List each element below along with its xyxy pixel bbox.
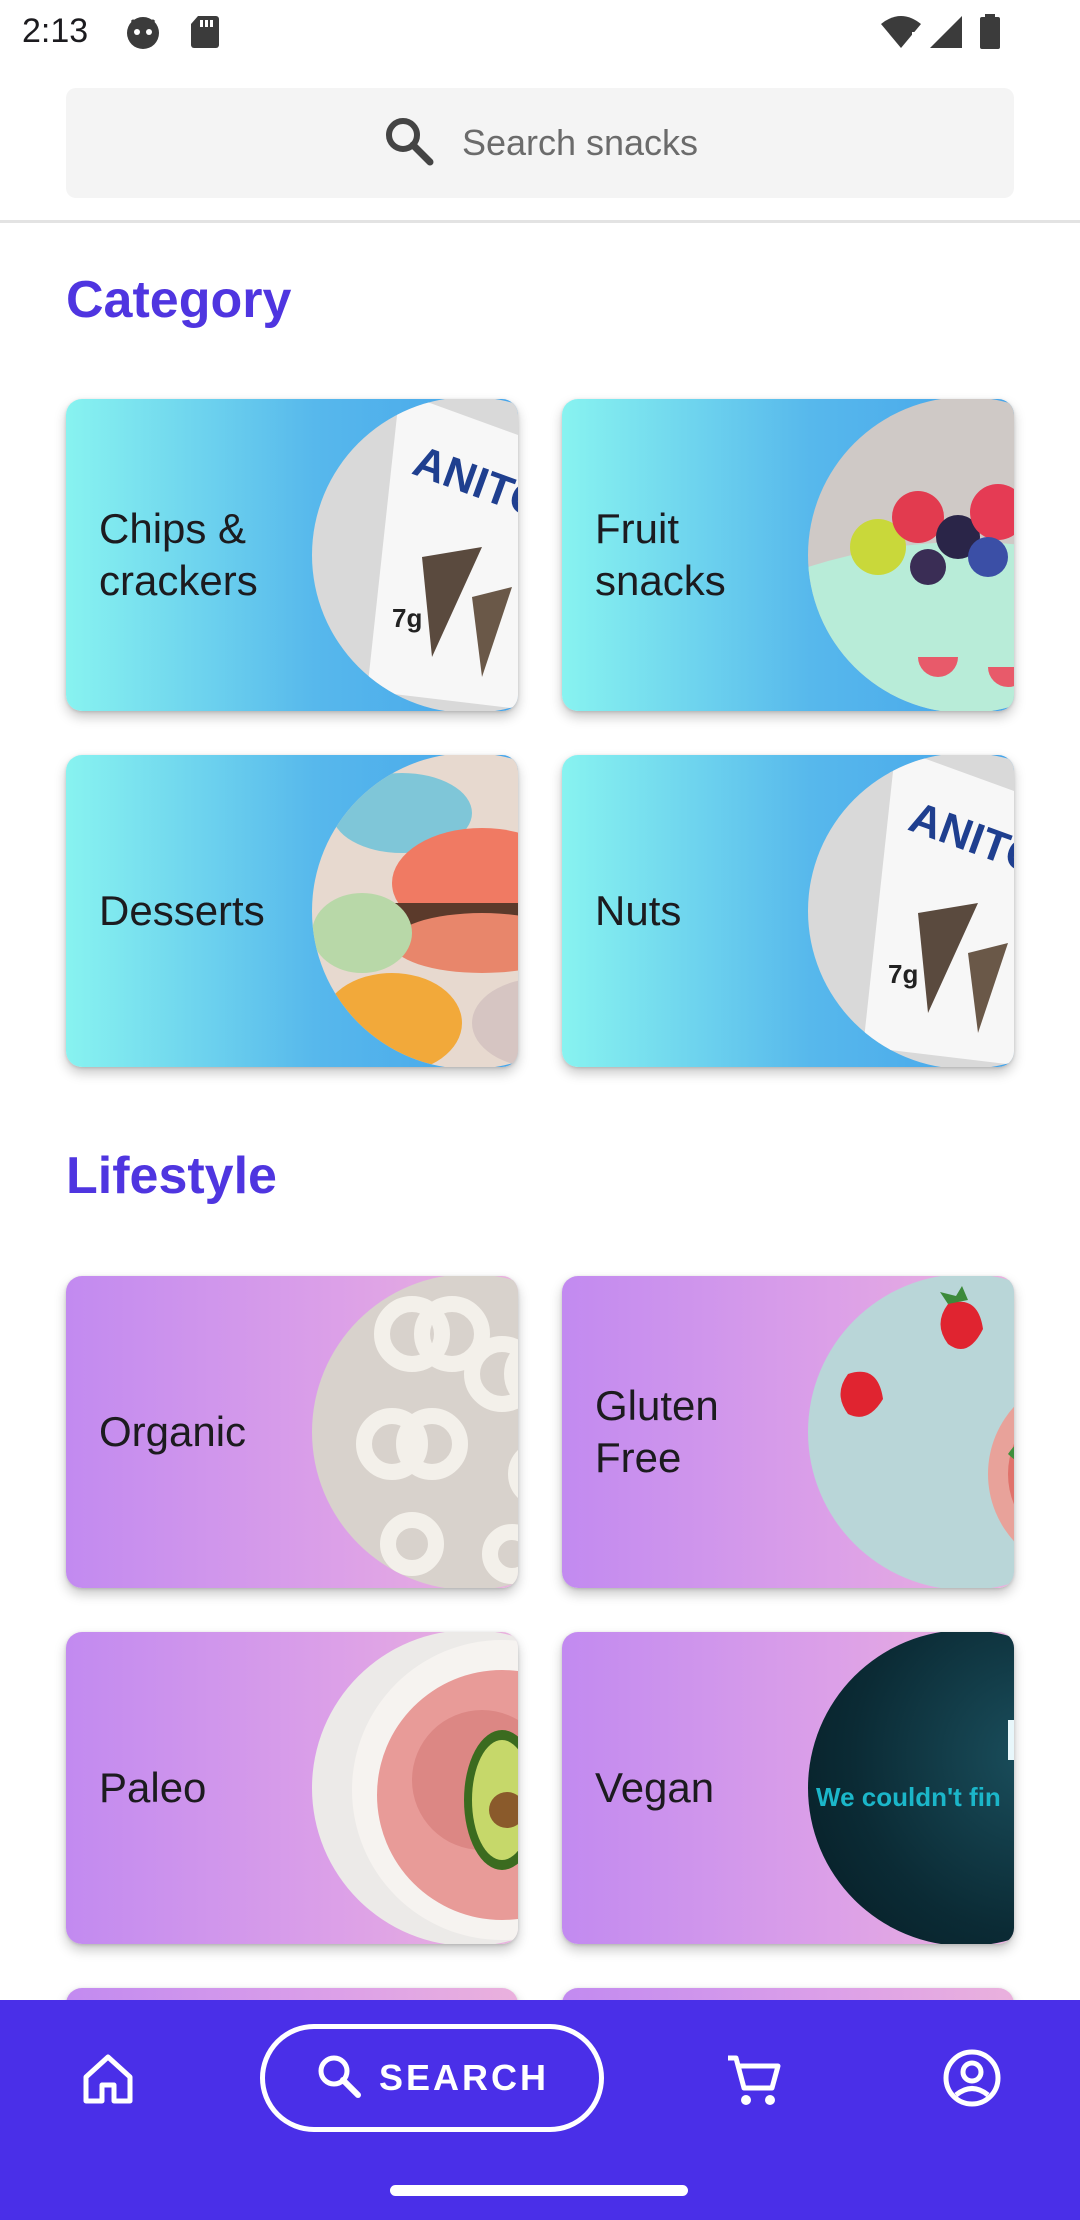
lifestyle-card-gluten-free[interactable]: Gluten Free xyxy=(562,1276,1014,1588)
search-button-label: SEARCH xyxy=(378,2057,549,2098)
lifestyle-card-organic[interactable]: Organic xyxy=(66,1276,518,1588)
search-icon xyxy=(382,114,436,173)
category-card-chips[interactable]: Chips & crackers ANITOS 7g xyxy=(66,399,518,711)
card-label: Desserts xyxy=(99,887,265,934)
pretzels-image xyxy=(312,1276,518,1588)
avocado-smoothie-image xyxy=(312,1632,518,1944)
lifestyle-title: Lifestyle xyxy=(66,1147,277,1205)
vegan-image: We couldn't fin xyxy=(808,1632,1014,1944)
vegan-image-text: We couldn't fin xyxy=(816,1782,1001,1812)
svg-text:7g: 7g xyxy=(888,959,918,989)
battery-icon xyxy=(978,14,1002,55)
cart-icon[interactable] xyxy=(724,2052,784,2113)
account-icon[interactable] xyxy=(942,2048,1002,2113)
card-label: Chips & crackers xyxy=(99,505,258,604)
card-label: Organic xyxy=(99,1408,247,1455)
header-divider xyxy=(0,220,1080,223)
signal-icon xyxy=(928,14,964,55)
status-time: 2:13 xyxy=(22,12,89,50)
home-indicator xyxy=(390,2185,688,2196)
search-icon xyxy=(315,2052,363,2105)
search-placeholder: Search snacks xyxy=(461,122,699,163)
status-bar: 2:13 xyxy=(0,0,1080,66)
card-label: Paleo xyxy=(99,1764,207,1811)
lifestyle-card-paleo[interactable]: Paleo xyxy=(66,1632,518,1944)
card-label: Vegan xyxy=(595,1764,715,1811)
android-icon xyxy=(124,14,162,55)
macarons-image xyxy=(312,755,518,1067)
nuts-image: ANITOS 7g xyxy=(808,755,1014,1067)
fruit-bowl-image xyxy=(808,399,1014,711)
category-card-nuts[interactable]: Nuts ANITOS 7g xyxy=(562,755,1014,1067)
wifi-icon xyxy=(880,14,922,55)
lifestyle-card-vegan[interactable]: Vegan We couldn't fin xyxy=(562,1632,1014,1944)
svg-text:7g: 7g xyxy=(392,603,422,633)
strawberry-drink-image xyxy=(808,1276,1014,1588)
card-label: Gluten Free xyxy=(595,1382,719,1481)
category-card-fruit[interactable]: Fruit snacks xyxy=(562,399,1014,711)
search-button[interactable]: SEARCH xyxy=(260,2024,604,2132)
chips-image: ANITOS 7g xyxy=(312,399,518,711)
category-title: Category xyxy=(66,271,292,329)
card-label: Fruit snacks xyxy=(595,505,726,604)
sd-card-icon xyxy=(190,14,220,55)
bottom-navigation: SEARCH xyxy=(0,2000,1080,2220)
category-card-desserts[interactable]: Desserts xyxy=(66,755,518,1067)
card-label: Nuts xyxy=(595,887,682,934)
home-icon[interactable] xyxy=(80,2053,136,2110)
search-input[interactable]: Search snacks xyxy=(66,88,1014,198)
